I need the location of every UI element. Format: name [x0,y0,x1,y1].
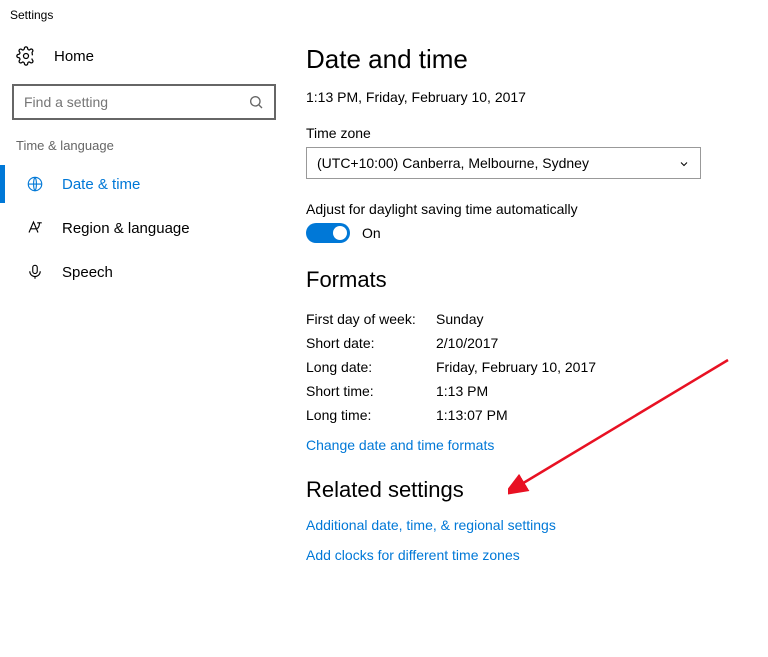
format-value: Friday, February 10, 2017 [436,359,596,375]
window-title: Settings [0,0,768,24]
table-row: Long date:Friday, February 10, 2017 [306,355,738,379]
clock-globe-icon [26,175,44,193]
search-field[interactable] [24,94,248,110]
search-input[interactable] [12,84,276,120]
sidebar-item-date-time[interactable]: Date & time [12,165,274,203]
format-value: 2/10/2017 [436,335,498,351]
format-value: 1:13:07 PM [436,407,508,423]
dst-toggle[interactable] [306,223,350,243]
region-language-icon [26,219,44,237]
page-title: Date and time [306,44,738,75]
timezone-label: Time zone [306,125,738,141]
timezone-select[interactable]: (UTC+10:00) Canberra, Melbourne, Sydney [306,147,701,179]
related-settings-heading: Related settings [306,477,738,503]
additional-settings-link[interactable]: Additional date, time, & regional settin… [306,517,738,533]
table-row: Long time:1:13:07 PM [306,403,738,427]
format-key: Short date: [306,335,436,351]
sidebar-item-label: Date & time [62,176,140,193]
format-key: Long time: [306,407,436,423]
add-clocks-link[interactable]: Add clocks for different time zones [306,547,738,563]
main-content: Date and time 1:13 PM, Friday, February … [286,24,768,657]
microphone-icon [26,263,44,281]
format-key: Short time: [306,383,436,399]
formats-heading: Formats [306,267,738,293]
change-formats-link[interactable]: Change date and time formats [306,437,494,453]
table-row: First day of week:Sunday [306,307,738,331]
sidebar-item-label: Speech [62,264,113,281]
search-icon [248,94,264,110]
sidebar-item-speech[interactable]: Speech [12,253,274,291]
dst-label: Adjust for daylight saving time automati… [306,201,738,217]
sidebar-item-region-language[interactable]: Region & language [12,209,274,247]
table-row: Short time:1:13 PM [306,379,738,403]
formats-table: First day of week:Sunday Short date:2/10… [306,307,738,427]
sidebar-section-label: Time & language [16,138,274,153]
home-button[interactable]: Home [12,40,274,72]
gear-icon [16,46,36,66]
timezone-selected-value: (UTC+10:00) Canberra, Melbourne, Sydney [317,155,589,171]
format-value: Sunday [436,311,483,327]
sidebar-item-label: Region & language [62,220,190,237]
format-key: Long date: [306,359,436,375]
table-row: Short date:2/10/2017 [306,331,738,355]
chevron-down-icon [678,157,690,169]
sidebar: Home Time & language Date & time Region … [0,24,286,657]
current-datetime-display: 1:13 PM, Friday, February 10, 2017 [306,89,738,105]
dst-toggle-state: On [362,225,381,241]
format-key: First day of week: [306,311,436,327]
format-value: 1:13 PM [436,383,488,399]
home-label: Home [54,48,94,65]
